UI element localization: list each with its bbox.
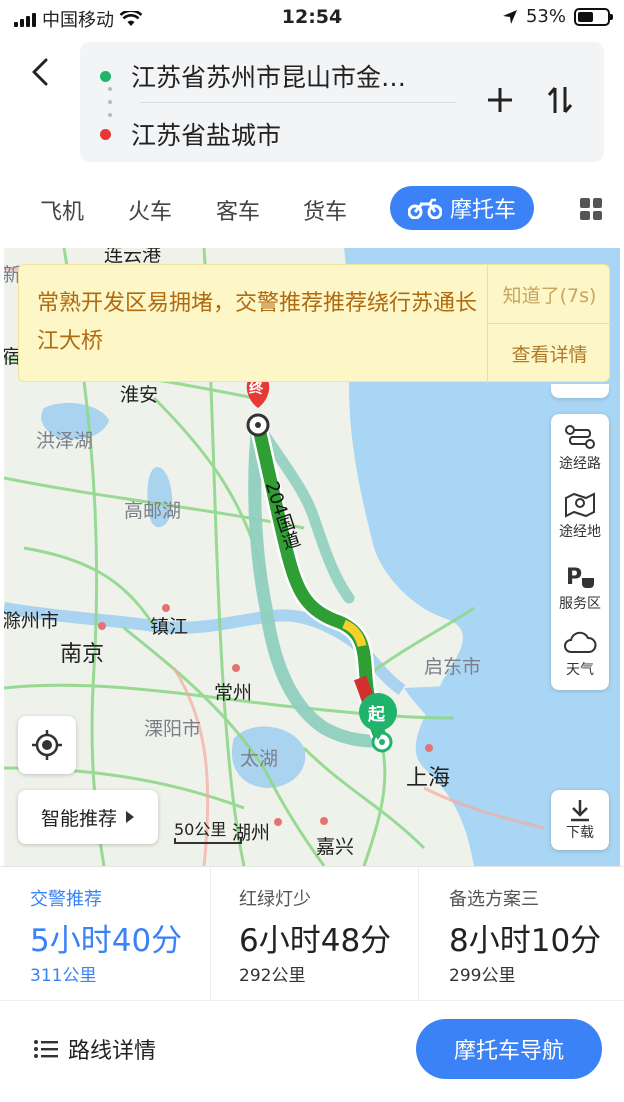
map-label-taihu: 太湖 bbox=[240, 748, 279, 770]
plan-duration: 8小时10分 bbox=[449, 923, 602, 959]
start-dot-icon bbox=[100, 70, 111, 82]
offline-download-button[interactable]: 下载 bbox=[551, 790, 609, 850]
tool-service-area-label: 服务区 bbox=[559, 596, 601, 612]
tool-weather-label: 天气 bbox=[566, 662, 594, 678]
plus-icon bbox=[488, 88, 512, 112]
smart-recommend-button[interactable]: 智能推荐 bbox=[18, 790, 158, 844]
tool-waypoint-place-label: 途经地 bbox=[559, 524, 601, 540]
tool-waypoint-road-label: 途经路 bbox=[559, 456, 601, 472]
status-bar: 中国移动 12:54 53% bbox=[0, 0, 624, 36]
tool-panel-top bbox=[551, 384, 609, 398]
chevron-left-icon bbox=[32, 58, 48, 86]
map-label-changzhou: 常州 bbox=[214, 682, 253, 704]
start-marker-label: 起 bbox=[368, 705, 385, 725]
list-icon bbox=[34, 1040, 58, 1058]
end-location-text: 江苏省盐城市 bbox=[131, 121, 282, 150]
map-label-zhenjiang: 镇江 bbox=[150, 616, 189, 638]
download-icon bbox=[571, 800, 589, 822]
tab-plane[interactable]: 飞机 bbox=[40, 194, 84, 226]
tab-motorcycle[interactable]: 摩托车 bbox=[390, 186, 534, 230]
map-label-shanghai: 上海 bbox=[406, 766, 451, 791]
map-label-hongzehu: 洪泽湖 bbox=[36, 430, 94, 452]
tab-train[interactable]: 火车 bbox=[128, 194, 172, 226]
map-pin-icon bbox=[565, 492, 595, 518]
end-dot-icon bbox=[100, 128, 111, 140]
swap-route-button[interactable] bbox=[540, 80, 580, 120]
caret-right-icon bbox=[126, 811, 134, 823]
route-detail-button[interactable]: 路线详情 bbox=[34, 1033, 156, 1065]
route-input-box: 江苏省苏州市昆山市金… 江苏省盐城市 bbox=[80, 42, 604, 162]
tab-motorcycle-label: 摩托车 bbox=[449, 198, 516, 223]
plan-tag: 红绿灯少 bbox=[239, 889, 311, 910]
status-right: 53% bbox=[502, 6, 613, 27]
crosshair-icon bbox=[32, 730, 62, 760]
route-connector bbox=[108, 87, 112, 117]
plan-tag: 交警推荐 bbox=[30, 889, 102, 910]
plan-distance: 311公里 bbox=[30, 966, 97, 986]
map-label-liyang: 溧阳市 bbox=[144, 718, 202, 740]
tab-bus[interactable]: 客车 bbox=[216, 194, 260, 226]
add-waypoint-button[interactable] bbox=[480, 80, 520, 120]
motorcycle-icon bbox=[407, 198, 442, 219]
smart-recommend-label: 智能推荐 bbox=[40, 807, 117, 830]
map-label-nanjing: 南京 bbox=[60, 642, 105, 667]
map-tool-panel: 途经路 途经地 P 服务区 天气 bbox=[551, 414, 609, 690]
route-detail-label: 路线详情 bbox=[68, 1039, 157, 1064]
location-arrow-icon bbox=[502, 9, 517, 24]
route-plan-2[interactable]: 红绿灯少 6小时48分 292公里 bbox=[210, 867, 417, 1001]
map-scale-bar bbox=[174, 838, 242, 844]
notice-dismiss-button[interactable]: 知道了(7s) bbox=[488, 265, 611, 324]
battery-percent: 53% bbox=[525, 6, 566, 27]
end-location[interactable]: 江苏省盐城市 bbox=[100, 116, 281, 152]
plan-distance: 299公里 bbox=[449, 966, 516, 986]
start-location-text: 江苏省苏州市昆山市金… bbox=[131, 63, 407, 92]
tool-service-area[interactable]: P 服务区 bbox=[551, 562, 609, 613]
route-divider bbox=[140, 102, 456, 103]
start-location[interactable]: 江苏省苏州市昆山市金… bbox=[100, 58, 406, 94]
download-label: 下载 bbox=[566, 825, 594, 841]
plan-tag: 备选方案三 bbox=[449, 889, 539, 910]
weather-icon bbox=[564, 631, 597, 653]
plan-duration: 6小时48分 bbox=[239, 923, 392, 959]
map-label-jiaxing: 嘉兴 bbox=[316, 836, 355, 858]
notice-text: 常熟开发区易拥堵，交警推荐推荐绕行苏通长江大桥 bbox=[37, 291, 478, 354]
tool-weather[interactable]: 天气 bbox=[551, 630, 609, 679]
bottom-bar: 路线详情 摩托车导航 bbox=[0, 1000, 624, 1102]
map-label-chuzhou: 滁州市 bbox=[4, 610, 60, 632]
tab-truck[interactable]: 货车 bbox=[303, 194, 347, 226]
route-plans: 交警推荐 5小时40分 311公里 红绿灯少 6小时48分 292公里 备选方案… bbox=[0, 866, 624, 1001]
start-navigation-button[interactable]: 摩托车导航 bbox=[416, 1019, 602, 1079]
more-modes-grid-icon[interactable] bbox=[580, 198, 602, 220]
map-label-huaian: 淮安 bbox=[120, 384, 159, 406]
plan-distance: 292公里 bbox=[239, 966, 306, 986]
map-label-qidong: 启东市 bbox=[424, 656, 482, 678]
tool-waypoint-road[interactable]: 途经路 bbox=[551, 424, 609, 473]
locate-me-button[interactable] bbox=[18, 716, 76, 774]
swap-icon bbox=[547, 87, 573, 113]
route-plan-1[interactable]: 交警推荐 5小时40分 311公里 bbox=[0, 867, 207, 1001]
notice-details-button[interactable]: 查看详情 bbox=[488, 324, 611, 383]
back-button[interactable] bbox=[22, 52, 58, 92]
map-scale-label: 50公里 bbox=[174, 820, 227, 839]
battery-icon bbox=[574, 7, 613, 26]
route-plan-3[interactable]: 备选方案三 8小时10分 299公里 bbox=[418, 867, 624, 1001]
plan-duration: 5小时40分 bbox=[30, 923, 183, 959]
notice-actions: 知道了(7s) 查看详情 bbox=[487, 265, 611, 383]
route-icon bbox=[565, 425, 595, 449]
service-area-icon: P bbox=[566, 565, 594, 590]
tool-waypoint-place[interactable]: 途经地 bbox=[551, 490, 609, 541]
map-label-gaoyouhu: 高邮湖 bbox=[124, 500, 182, 522]
svg-text:P: P bbox=[566, 565, 582, 590]
traffic-notice: 常熟开发区易拥堵，交警推荐推荐绕行苏通长江大桥 知道了(7s) 查看详情 bbox=[18, 264, 611, 383]
